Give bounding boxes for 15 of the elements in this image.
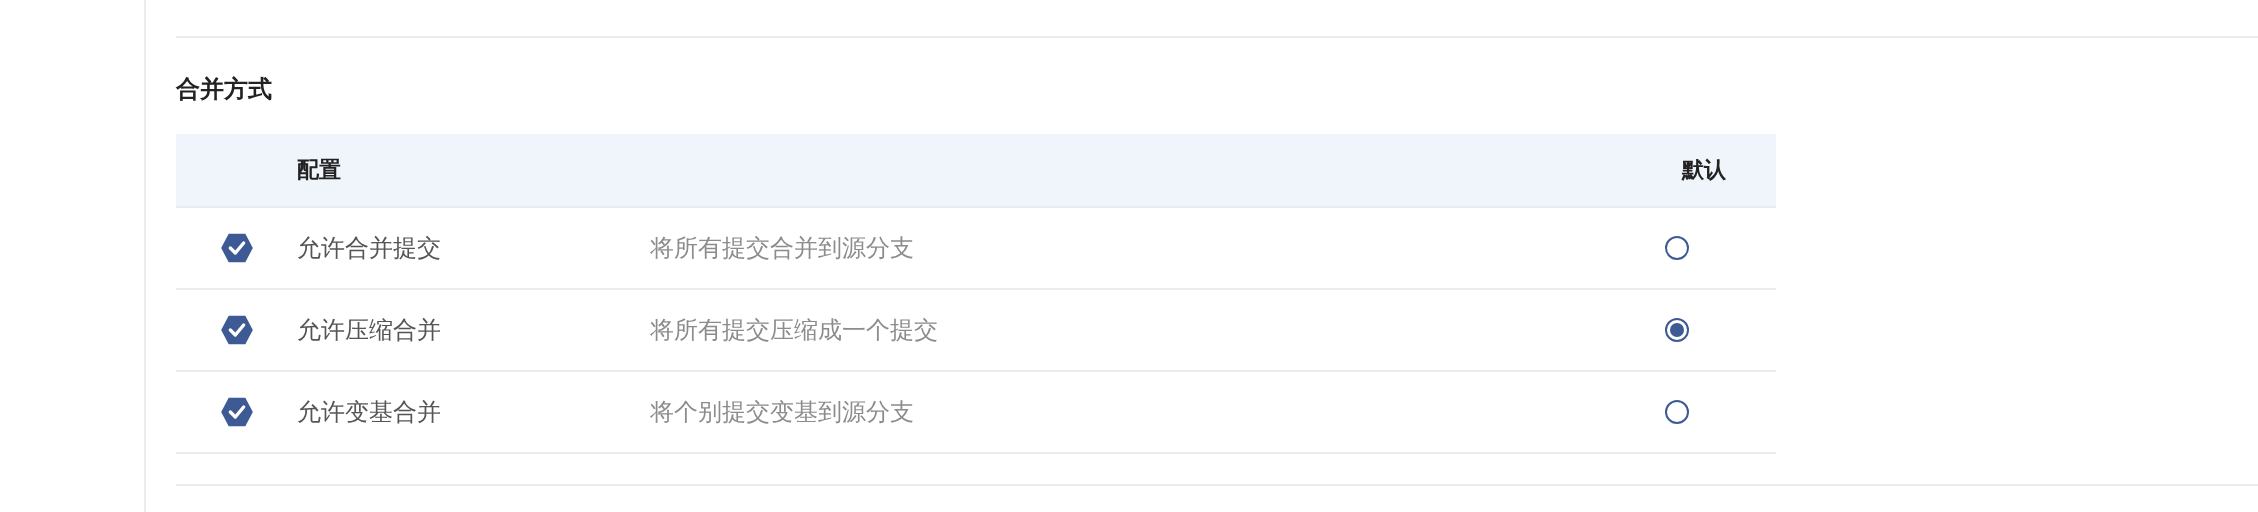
option-description: 将所有提交压缩成一个提交 (650, 315, 939, 346)
radio-button[interactable] (1665, 318, 1689, 342)
checked-checkbox[interactable] (219, 315, 254, 345)
option-label: 允许合并提交 (297, 233, 441, 264)
section-title: 合并方式 (176, 74, 273, 104)
column-header: 配置 (297, 156, 342, 184)
option-description: 将个别提交变基到源分支 (650, 397, 915, 428)
radio-button[interactable] (1665, 400, 1689, 424)
checked-checkbox[interactable] (219, 397, 254, 427)
option-label: 允许变基合并 (297, 397, 441, 428)
checked-checkbox[interactable] (219, 233, 254, 263)
option-label: 允许压缩合并 (297, 315, 441, 346)
option-description: 将所有提交合并到源分支 (650, 233, 915, 264)
radio-button[interactable] (1665, 236, 1689, 260)
column-header: 默认 (1682, 156, 1726, 184)
